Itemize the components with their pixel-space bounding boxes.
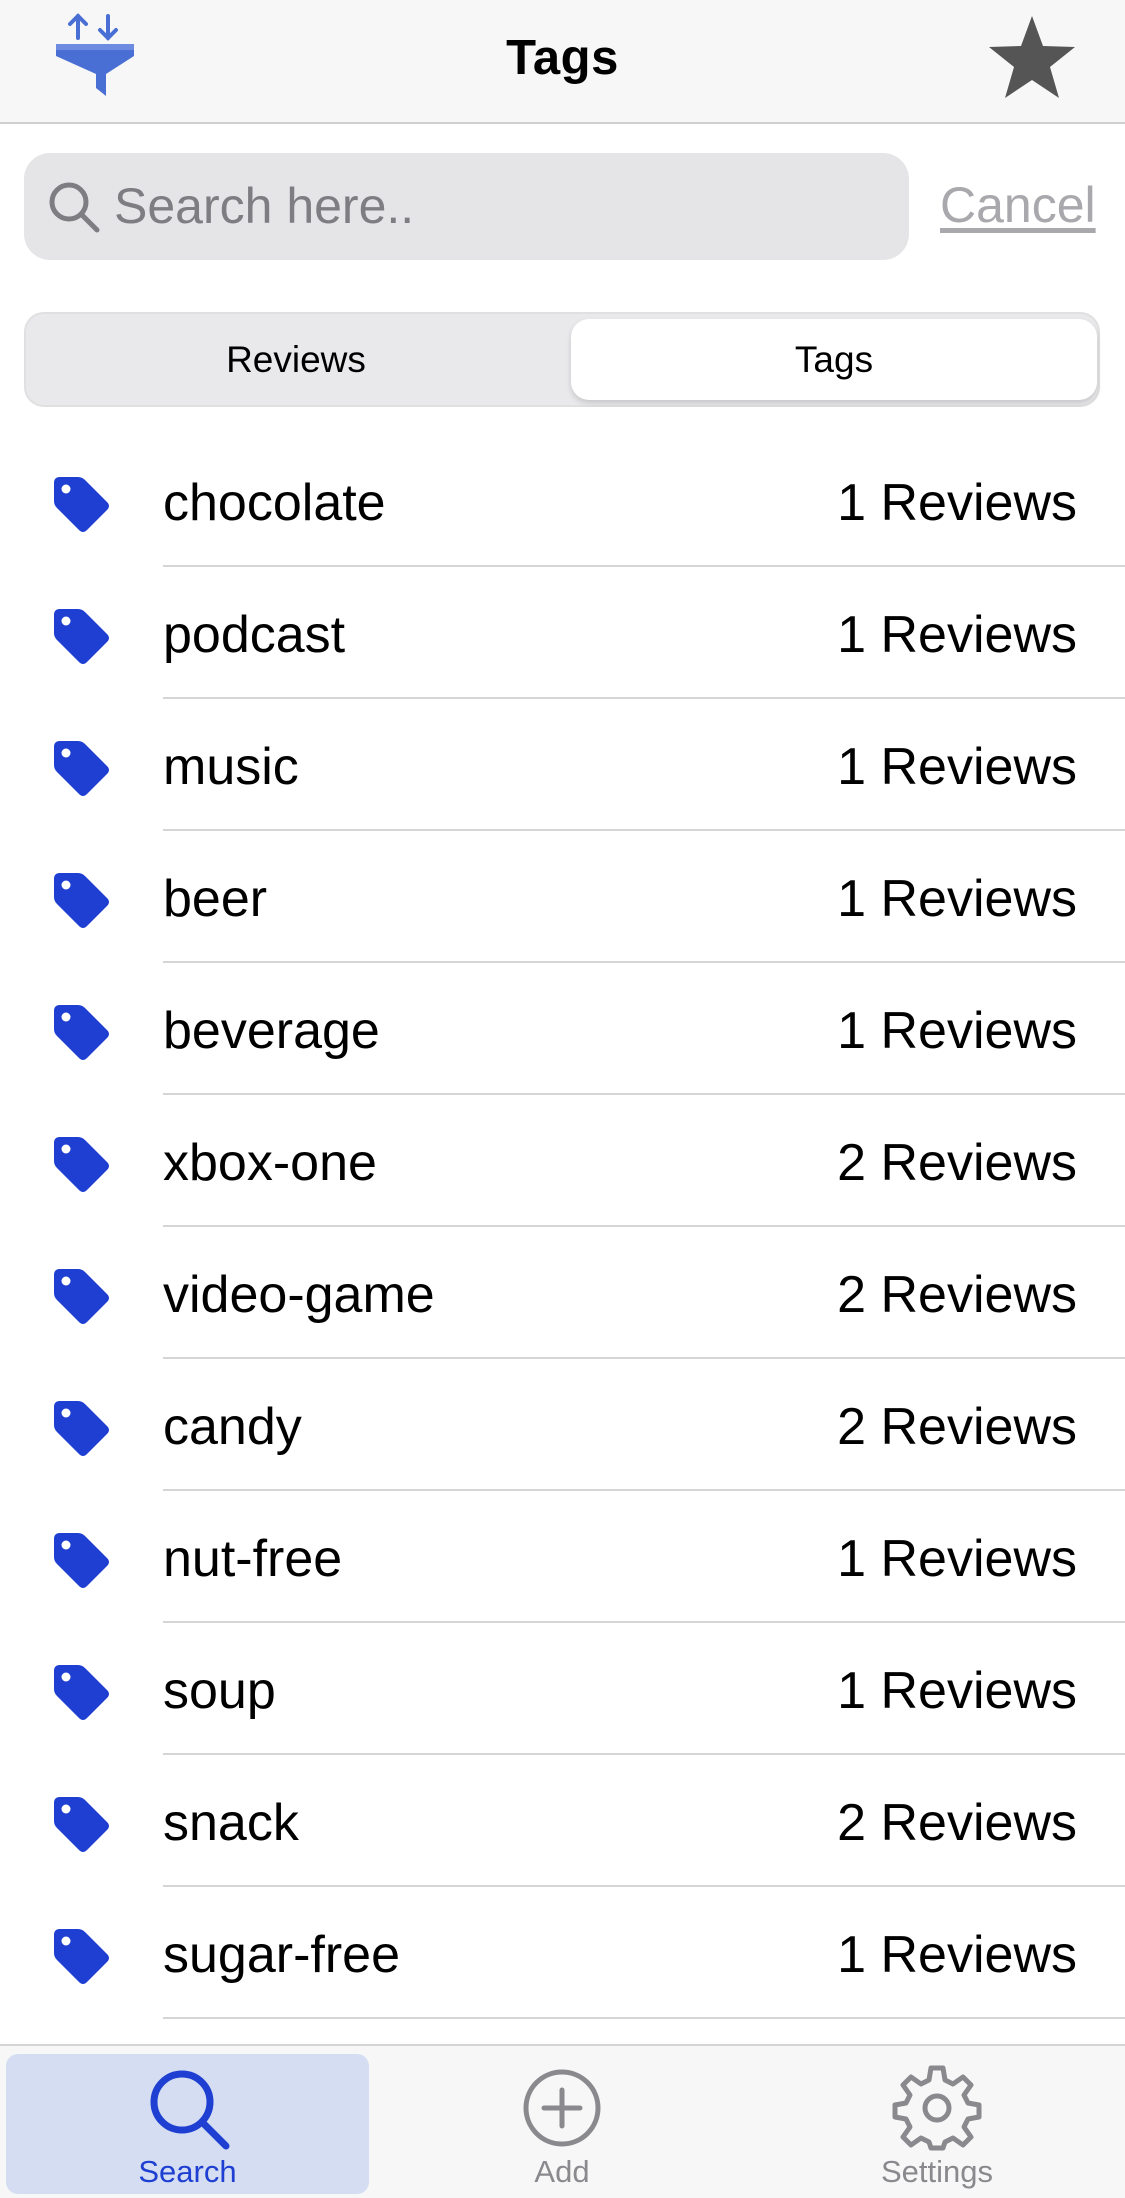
review-count: 2 Reviews (837, 1398, 1077, 1456)
review-count: 1 Reviews (837, 606, 1077, 664)
tag-row[interactable]: sugar-free 1 Reviews (0, 1887, 1125, 2019)
tab-settings[interactable]: Settings (820, 2054, 1054, 2194)
segment-reviews[interactable]: Reviews (26, 314, 566, 405)
review-count: 1 Reviews (837, 1926, 1077, 1984)
tag-name: sugar-free (163, 1926, 400, 1984)
tab-search[interactable]: Search (6, 2054, 369, 2194)
star-icon (989, 16, 1075, 98)
tag-name: nut-free (163, 1530, 343, 1588)
tag-icon (50, 473, 112, 535)
tag-row[interactable]: candy 2 Reviews (0, 1359, 1125, 1491)
review-count: 2 Reviews (837, 1794, 1077, 1852)
favorites-button[interactable] (985, 12, 1079, 102)
gear-icon (892, 2065, 982, 2151)
review-count: 1 Reviews (837, 1662, 1077, 1720)
tag-icon (50, 1793, 112, 1855)
tag-name: podcast (163, 606, 346, 664)
tab-search-label: Search (138, 2154, 237, 2189)
tag-name: beer (163, 870, 268, 928)
tag-icon (50, 1529, 112, 1591)
tag-icon (50, 1133, 112, 1195)
segment-tags[interactable]: Tags (571, 319, 1097, 400)
tab-bar: Search Add Settings (0, 2044, 1125, 2198)
search-field[interactable] (24, 153, 909, 260)
tag-row[interactable]: xbox-one 2 Reviews (0, 1095, 1125, 1227)
search-icon (49, 182, 100, 233)
tag-row[interactable]: video-game 2 Reviews (0, 1227, 1125, 1359)
tag-icon (50, 737, 112, 799)
tag-row[interactable]: beverage 1 Reviews (0, 963, 1125, 1095)
tag-name: xbox-one (163, 1134, 377, 1192)
review-count: 1 Reviews (837, 870, 1077, 928)
tag-icon (50, 869, 112, 931)
tag-list: chocolate 1 Reviews podcast 1 Reviews music 1… (0, 435, 1125, 2019)
page-title: Tags (506, 31, 619, 85)
tag-icon (50, 1265, 112, 1327)
row-divider (163, 2017, 1125, 2019)
tag-name: chocolate (163, 474, 386, 532)
tag-icon (50, 605, 112, 667)
segmented-control: Reviews Tags (24, 312, 1100, 407)
tag-icon (50, 1001, 112, 1063)
search-input[interactable] (114, 171, 884, 241)
tag-name: snack (163, 1794, 299, 1852)
tag-row[interactable]: podcast 1 Reviews (0, 567, 1125, 699)
review-count: 1 Reviews (837, 738, 1077, 796)
tab-add-label: Add (534, 2154, 590, 2189)
navigation-bar: Tags (0, 0, 1125, 124)
tag-name: music (163, 738, 299, 796)
tag-name: soup (163, 1662, 276, 1720)
tag-row[interactable]: beer 1 Reviews (0, 831, 1125, 963)
review-count: 1 Reviews (837, 474, 1077, 532)
search-icon (150, 2070, 229, 2150)
review-count: 1 Reviews (837, 1530, 1077, 1588)
tag-name: video-game (163, 1266, 435, 1324)
review-count: 1 Reviews (837, 1002, 1077, 1060)
plus-circle-icon (523, 2069, 601, 2147)
tag-row[interactable]: nut-free 1 Reviews (0, 1491, 1125, 1623)
tag-name: beverage (163, 1002, 380, 1060)
tag-name: candy (163, 1398, 302, 1456)
tag-row[interactable]: snack 2 Reviews (0, 1755, 1125, 1887)
tag-icon (50, 1397, 112, 1459)
tag-row[interactable]: soup 1 Reviews (0, 1623, 1125, 1755)
review-count: 2 Reviews (837, 1266, 1077, 1324)
tag-icon (50, 1925, 112, 1987)
review-count: 2 Reviews (837, 1134, 1077, 1192)
tag-row[interactable]: music 1 Reviews (0, 699, 1125, 831)
tag-row[interactable]: chocolate 1 Reviews (0, 435, 1125, 567)
tab-add[interactable]: Add (440, 2054, 684, 2194)
tag-icon (50, 1661, 112, 1723)
tab-settings-label: Settings (880, 2154, 993, 2189)
cancel-button[interactable]: Cancel (940, 176, 1096, 234)
